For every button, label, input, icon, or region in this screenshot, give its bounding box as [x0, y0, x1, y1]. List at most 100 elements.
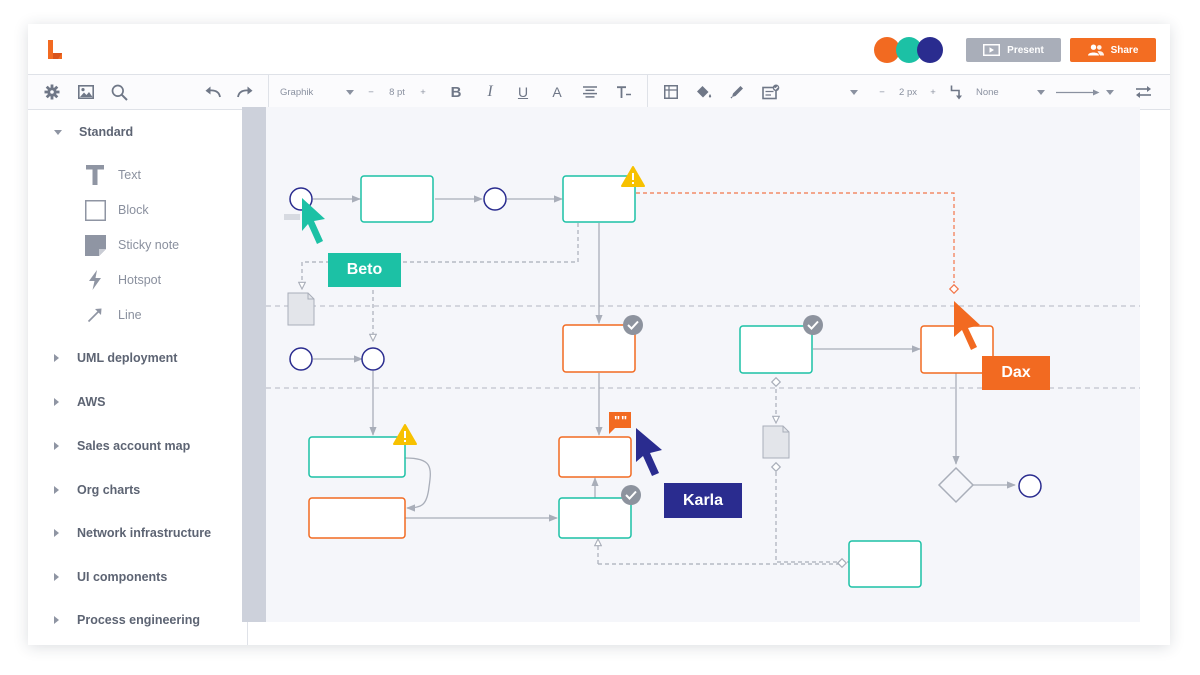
bold-button[interactable]: B: [445, 75, 467, 109]
category-sales-account-map[interactable]: Sales account map: [54, 436, 190, 456]
event-circle[interactable]: [361, 347, 385, 371]
text-icon: [84, 164, 106, 186]
swap-icon: [1135, 86, 1151, 98]
table-icon: [664, 85, 678, 99]
category-network-infrastructure[interactable]: Network infrastructure: [54, 523, 211, 543]
chevron-right-icon: [54, 616, 59, 624]
category-label: Org charts: [77, 483, 141, 497]
underline-button[interactable]: U: [512, 75, 534, 109]
line-width-value: 2 px: [899, 86, 917, 98]
category-label: Standard: [79, 125, 134, 139]
undo-button[interactable]: [201, 75, 225, 109]
arrow-style-select[interactable]: [1054, 75, 1116, 109]
font-size-decrease[interactable]: −: [364, 75, 378, 109]
shape-block[interactable]: Block: [84, 198, 149, 222]
pencil-icon: [730, 86, 743, 99]
shape-label: Hotspot: [118, 273, 162, 287]
check-badge-icon[interactable]: [803, 315, 823, 335]
line-width-increase[interactable]: +: [926, 75, 940, 109]
check-badge-icon[interactable]: [621, 485, 641, 505]
line-color-button[interactable]: [726, 75, 748, 109]
caret-down-icon: [1037, 89, 1045, 95]
category-aws[interactable]: AWS: [54, 392, 105, 412]
process-box[interactable]: [308, 436, 406, 478]
shape-line[interactable]: Line: [84, 303, 142, 327]
align-button[interactable]: [579, 75, 601, 109]
redo-button[interactable]: [233, 75, 257, 109]
line-style-value: None: [976, 86, 999, 98]
drag-handle[interactable]: [284, 214, 300, 220]
text-color-button[interactable]: A: [546, 75, 568, 109]
top-bar: Present Share: [28, 24, 1170, 74]
shape-text[interactable]: Text: [84, 163, 141, 187]
start-event-circle[interactable]: [289, 347, 313, 371]
category-process-engineering[interactable]: Process engineering: [54, 610, 200, 630]
data-linking-icon: [762, 84, 780, 100]
process-box[interactable]: [360, 175, 434, 223]
present-label: Present: [1007, 44, 1044, 56]
category-org-charts[interactable]: Org charts: [54, 480, 140, 500]
italic-icon: I: [487, 83, 493, 100]
process-box[interactable]: [739, 325, 813, 374]
process-box[interactable]: [848, 540, 922, 588]
chevron-right-icon: [54, 486, 59, 494]
text-options-icon: [616, 85, 631, 98]
font-size-increase[interactable]: +: [416, 75, 430, 109]
category-label: Sales account map: [77, 439, 191, 453]
collaborator-tag-karla: Karla: [664, 483, 742, 518]
settings-button[interactable]: [40, 75, 64, 109]
image-button[interactable]: [74, 75, 98, 109]
share-label: Share: [1110, 44, 1139, 56]
line-style-select[interactable]: None: [950, 75, 1045, 109]
line-width-field[interactable]: 2 px: [892, 75, 924, 109]
swimlane-header[interactable]: [242, 107, 266, 622]
category-label: UI components: [77, 570, 168, 584]
process-box[interactable]: [558, 497, 632, 539]
shape-hotspot[interactable]: Hotspot: [84, 268, 161, 292]
document-icon[interactable]: [287, 292, 315, 326]
process-box[interactable]: [562, 324, 636, 373]
text-options-button[interactable]: [613, 75, 635, 109]
diagram-canvas[interactable]: " " Beto Karla Dax: [242, 107, 1140, 622]
font-size-value: 8 pt: [389, 86, 405, 98]
swap-arrows-button[interactable]: [1131, 75, 1155, 109]
caret-down-icon: [346, 89, 354, 95]
shape-label: Text: [118, 168, 141, 182]
event-circle[interactable]: [483, 187, 507, 211]
chevron-right-icon: [54, 573, 59, 581]
process-box[interactable]: [308, 497, 406, 539]
italic-button[interactable]: I: [479, 75, 501, 109]
shape-style-dropdown[interactable]: [846, 75, 862, 109]
underline-icon: U: [517, 84, 529, 100]
category-uml-deployment[interactable]: UML deployment: [54, 348, 177, 368]
chevron-right-icon: [54, 398, 59, 406]
process-box[interactable]: [558, 436, 632, 478]
toolbar-divider: [647, 75, 648, 109]
font-size-field[interactable]: 8 pt: [380, 75, 414, 109]
chevron-right-icon: [54, 354, 59, 362]
line-width-decrease[interactable]: −: [875, 75, 889, 109]
font-family-value: Graphik: [280, 86, 314, 98]
document-icon[interactable]: [762, 425, 790, 459]
image-icon: [78, 85, 94, 99]
shape-label: Line: [118, 308, 142, 322]
fill-color-button[interactable]: [693, 75, 715, 109]
table-button[interactable]: [660, 75, 682, 109]
line-arrow-icon: [84, 304, 106, 326]
check-badge-icon[interactable]: [623, 315, 643, 335]
search-button[interactable]: [107, 75, 131, 109]
end-event-circle[interactable]: [1018, 474, 1042, 498]
present-button[interactable]: Present: [966, 38, 1061, 62]
category-standard[interactable]: Standard: [54, 122, 133, 142]
shape-library-panel: Standard Text Block Sticky note Hotspot: [28, 110, 248, 645]
shape-sticky-note[interactable]: Sticky note: [84, 233, 179, 257]
caret-down-icon: [850, 89, 858, 95]
data-button[interactable]: [759, 75, 783, 109]
svg-text:": ": [621, 413, 627, 428]
category-label: AWS: [77, 395, 106, 409]
font-family-select[interactable]: Graphik: [280, 75, 354, 109]
collaborator-avatar-navy[interactable]: [917, 37, 943, 63]
text-color-icon: A: [552, 84, 562, 100]
category-ui-components[interactable]: UI components: [54, 567, 167, 587]
share-button[interactable]: Share: [1070, 38, 1156, 62]
